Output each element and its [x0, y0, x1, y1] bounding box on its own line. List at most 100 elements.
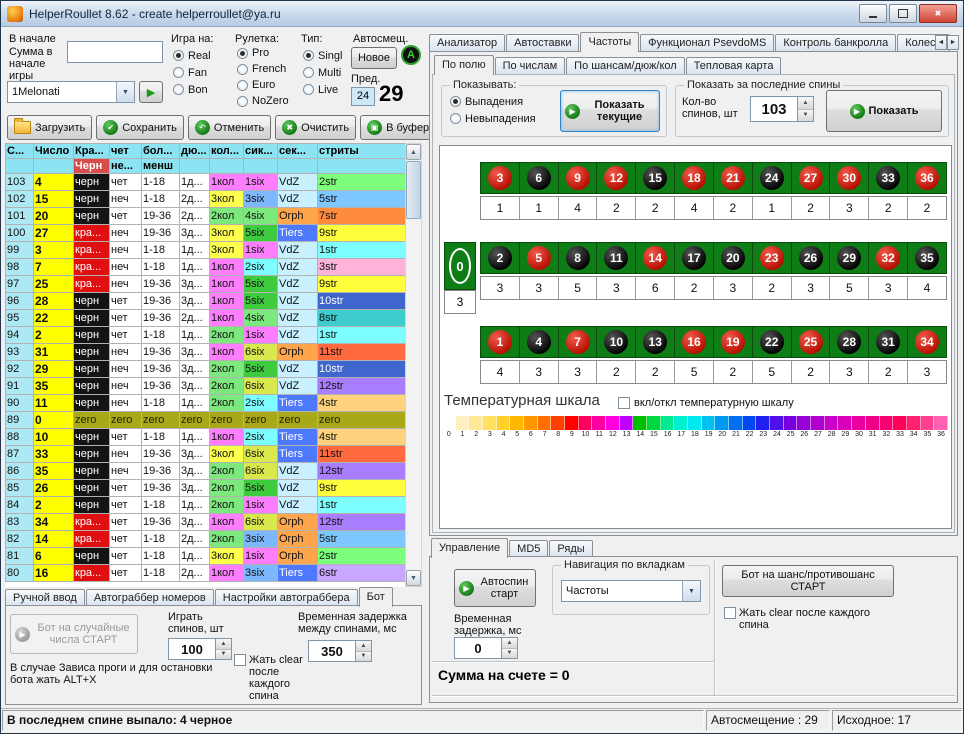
frequency-tab-3[interactable]: Тепловая карта — [686, 57, 782, 74]
roulette-number-cell[interactable]: 5 — [519, 243, 558, 273]
close-button[interactable]: ✖ — [919, 4, 957, 23]
roulette-number-cell[interactable]: 32 — [868, 243, 907, 273]
analyzer-tab-3[interactable]: Функционал PsevdoMS — [640, 34, 774, 51]
table-row[interactable]: 942чернчет1-181д...2кол1sixVdZ1str — [6, 327, 406, 344]
zero-cell[interactable]: 0 — [444, 242, 476, 290]
table-scrollbar[interactable]: ▲ ▼ — [405, 143, 422, 587]
roulette-number-cell[interactable]: 9 — [558, 163, 597, 193]
table-row[interactable]: 9628чернчет19-363д...1кол5sixVdZ10str — [6, 293, 406, 310]
control-delay-value[interactable]: 0 — [454, 637, 501, 659]
new-button[interactable]: Новое — [351, 47, 397, 69]
analyzer-tab-0[interactable]: Анализатор — [429, 34, 505, 51]
minimize-button[interactable] — [859, 4, 887, 23]
table-row[interactable]: 816чернчет1-181д...3кол1sixOrph2str — [6, 548, 406, 565]
roulette-number-cell[interactable]: 4 — [519, 327, 558, 357]
spin-down-icon[interactable]: ▼ — [356, 652, 371, 662]
game-on-option-bon[interactable]: Bon — [173, 81, 211, 98]
tab-scroll-left-button[interactable]: ◄ — [935, 35, 947, 50]
table-row[interactable]: 8334кра...чет19-363д...1кол6sixOrph12str — [6, 514, 406, 531]
spin-up-icon[interactable]: ▲ — [216, 639, 231, 650]
column-header[interactable]: бол... — [142, 144, 180, 159]
maximize-button[interactable] — [889, 4, 917, 23]
roulette-number-cell[interactable]: 15 — [635, 163, 674, 193]
input-mode-tab-0[interactable]: Ручной ввод — [5, 589, 85, 606]
column-header[interactable]: кол... — [210, 144, 244, 159]
spin-up-icon[interactable]: ▲ — [356, 641, 371, 652]
chevron-down-icon[interactable]: ▼ — [116, 82, 134, 102]
table-row[interactable]: 9725кра...неч19-363д...1кол5sixVdZ9str — [6, 276, 406, 293]
roulette-option-pro[interactable]: Pro — [237, 45, 289, 61]
table-row[interactable]: 890zerozerozerozerozerozerozerozero — [6, 412, 406, 429]
column-header[interactable] — [210, 159, 244, 174]
history-table-container[interactable]: С...ЧислоКра...четбол...дю...кол...сик..… — [5, 143, 405, 587]
roulette-number-cell[interactable]: 36 — [907, 163, 946, 193]
column-header[interactable]: С... — [6, 144, 34, 159]
table-row[interactable]: 10215черннеч1-182д...3кол3sixVdZ5str — [6, 191, 406, 208]
frequency-tab-1[interactable]: По числам — [495, 57, 566, 74]
autospin-button[interactable]: ▶ Автоспин старт — [454, 569, 536, 607]
control-delay-spinner[interactable]: 0 ▲▼ — [454, 637, 518, 659]
show-button[interactable]: ▶ Показать — [826, 90, 942, 132]
roulette-number-cell[interactable]: 30 — [829, 163, 868, 193]
roulette-number-cell[interactable]: 21 — [713, 163, 752, 193]
spin-down-icon[interactable]: ▼ — [798, 110, 813, 122]
table-row[interactable]: 9135черннеч19-363д...2кол6sixVdZ12str — [6, 378, 406, 395]
column-header[interactable] — [244, 159, 278, 174]
table-row[interactable]: 9011черннеч1-181д...2кол2sixTiers4str — [6, 395, 406, 412]
column-header[interactable]: не... — [110, 159, 142, 174]
undo-button[interactable]: ↶Отменить — [188, 115, 271, 140]
preset-combobox[interactable]: 1Melonati ▼ — [7, 81, 135, 103]
tab-scroll-right-button[interactable]: ► — [947, 35, 959, 50]
roulette-number-cell[interactable]: 8 — [558, 243, 597, 273]
roulette-number-cell[interactable]: 28 — [829, 327, 868, 357]
table-row[interactable]: 993кра...неч1-181д...3кол1sixVdZ1str — [6, 242, 406, 259]
temperature-checkbox[interactable] — [618, 397, 630, 409]
roulette-option-nozero[interactable]: NoZero — [237, 93, 289, 109]
checkbox-icon[interactable] — [234, 654, 246, 666]
roulette-number-cell[interactable]: 11 — [596, 243, 635, 273]
bot-delay-value[interactable]: 350 — [308, 640, 355, 662]
roulette-number-cell[interactable]: 35 — [907, 243, 946, 273]
show-mode-option-выпадения[interactable]: Выпадения — [450, 93, 536, 110]
roulette-number-cell[interactable]: 13 — [635, 327, 674, 357]
spin-up-icon[interactable]: ▲ — [798, 97, 813, 110]
game-on-option-fan[interactable]: Fan — [173, 64, 211, 81]
chevron-down-icon[interactable]: ▼ — [682, 581, 700, 601]
roulette-number-cell[interactable]: 22 — [752, 327, 791, 357]
column-header[interactable]: сик... — [244, 144, 278, 159]
table-row[interactable]: 9522чернчет19-362д...1кол4sixVdZ8str — [6, 310, 406, 327]
scroll-down-button[interactable]: ▼ — [406, 570, 421, 586]
roulette-number-cell[interactable]: 29 — [829, 243, 868, 273]
frequency-tab-0[interactable]: По полю — [434, 55, 494, 75]
roulette-option-euro[interactable]: Euro — [237, 77, 289, 93]
roulette-number-cell[interactable]: 10 — [596, 327, 635, 357]
type-option-live[interactable]: Live — [303, 81, 342, 98]
control-tab-2[interactable]: Ряды — [549, 540, 592, 557]
spin-up-icon[interactable]: ▲ — [502, 638, 517, 649]
table-row[interactable]: 9331черннеч19-363д...1кол6sixOrph11str — [6, 344, 406, 361]
spin-down-icon[interactable]: ▼ — [502, 649, 517, 659]
bot-delay-spinner[interactable]: 350 ▲▼ — [308, 640, 372, 662]
column-header[interactable]: дю... — [180, 144, 210, 159]
column-header[interactable]: Число — [34, 144, 74, 159]
roulette-number-cell[interactable]: 27 — [791, 163, 830, 193]
type-option-singl[interactable]: Singl — [303, 47, 342, 64]
table-row[interactable]: 1034чернчет1-181д...1кол1sixVdZ2str — [6, 174, 406, 191]
table-row[interactable]: 8526чернчет19-363д...2кол5sixVdZ9str — [6, 480, 406, 497]
input-mode-tab-2[interactable]: Настройки автограббера — [215, 589, 358, 606]
roulette-number-cell[interactable]: 23 — [752, 243, 791, 273]
column-header[interactable] — [318, 159, 406, 174]
table-row[interactable]: 8733черннеч19-363д...3кол6sixTiers11str — [6, 446, 406, 463]
table-row[interactable]: 987кра...неч1-181д...1кол2sixVdZ3str — [6, 259, 406, 276]
spin-down-icon[interactable]: ▼ — [216, 650, 231, 660]
column-header[interactable]: сек... — [278, 144, 318, 159]
roulette-number-cell[interactable]: 31 — [868, 327, 907, 357]
roulette-number-cell[interactable]: 12 — [596, 163, 635, 193]
control-tab-0[interactable]: Управление — [431, 538, 508, 558]
scroll-up-button[interactable]: ▲ — [406, 144, 421, 160]
roulette-number-cell[interactable]: 3 — [481, 163, 519, 193]
clear-button[interactable]: ✖Очистить — [275, 115, 356, 140]
roulette-number-cell[interactable]: 33 — [868, 163, 907, 193]
last-spins-spinner[interactable]: 103 ▲▼ — [750, 96, 814, 122]
spins-count-value[interactable]: 100 — [168, 638, 215, 660]
